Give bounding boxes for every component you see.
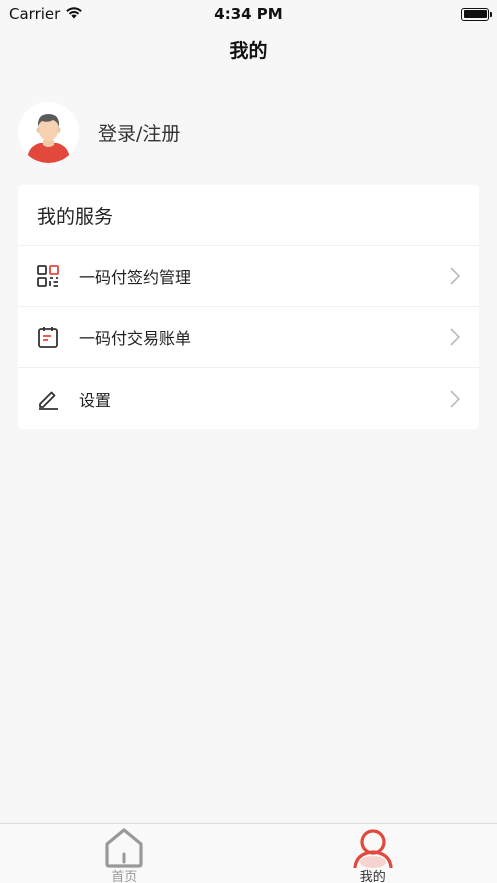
calendar-bill-icon bbox=[37, 326, 59, 348]
service-item-transaction-bill[interactable]: 一码付交易账单 bbox=[18, 307, 479, 368]
service-item-sign-management[interactable]: 一码付签约管理 bbox=[18, 246, 479, 307]
qr-code-icon bbox=[37, 265, 59, 287]
service-item-label: 一码付交易账单 bbox=[79, 329, 192, 348]
avatar-icon bbox=[18, 102, 79, 163]
home-icon bbox=[102, 826, 146, 868]
carrier-label: Carrier bbox=[9, 5, 61, 23]
status-bar: Carrier 4:34 PM bbox=[0, 0, 497, 28]
tab-mine[interactable]: 我的 bbox=[249, 824, 497, 883]
tab-bar: 首页 我的 bbox=[0, 823, 497, 883]
chevron-right-icon bbox=[449, 266, 461, 286]
profile-section[interactable]: 登录/注册 bbox=[18, 102, 180, 163]
service-item-settings[interactable]: 设置 bbox=[18, 368, 479, 429]
battery-icon bbox=[461, 7, 492, 21]
user-icon bbox=[351, 826, 395, 868]
page-title: 我的 bbox=[229, 40, 268, 62]
service-item-label: 设置 bbox=[79, 390, 112, 410]
tab-home-label: 首页 bbox=[111, 870, 138, 883]
tab-mine-label: 我的 bbox=[359, 870, 386, 883]
services-header: 我的服务 bbox=[18, 185, 479, 246]
chevron-right-icon bbox=[449, 389, 461, 409]
edit-pen-icon bbox=[37, 388, 59, 410]
services-card: 我的服务 一码付签约管理 一码付交易账单 设置 bbox=[18, 185, 479, 429]
tab-home[interactable]: 首页 bbox=[0, 824, 249, 883]
chevron-right-icon bbox=[449, 327, 461, 347]
avatar[interactable] bbox=[18, 102, 79, 163]
login-register-link[interactable]: 登录/注册 bbox=[98, 119, 180, 146]
status-left: Carrier bbox=[9, 5, 83, 23]
wifi-icon bbox=[65, 5, 83, 23]
service-item-label: 一码付签约管理 bbox=[79, 268, 192, 287]
